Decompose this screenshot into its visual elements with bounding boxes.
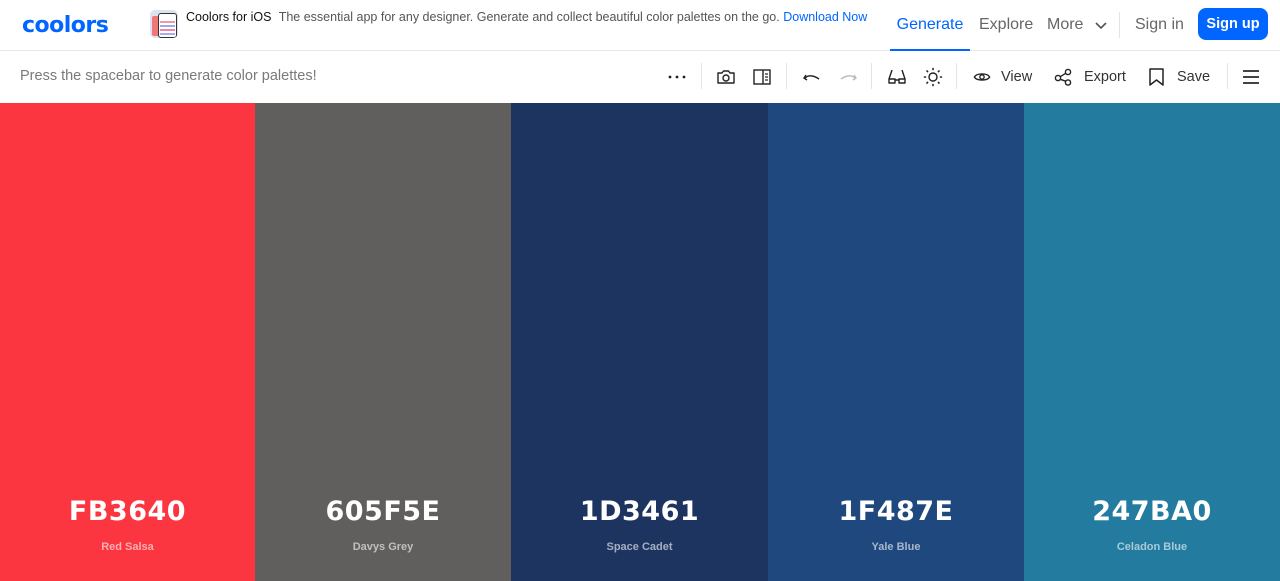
- view-label: View: [1001, 69, 1033, 85]
- top-navigation-bar: coolors Coolors for iOS The essential ap…: [0, 0, 1280, 51]
- promo-description: The essential app for any designer. Gene…: [278, 10, 780, 24]
- brightness-icon: [923, 67, 943, 87]
- chevron-down-icon: [1095, 22, 1107, 29]
- color-name: Red Salsa: [101, 541, 154, 553]
- hex-code[interactable]: FB3640: [0, 496, 255, 527]
- ios-app-thumbnail[interactable]: [150, 10, 178, 38]
- menu-button[interactable]: [1241, 65, 1261, 89]
- sign-up-button[interactable]: Sign up: [1198, 8, 1268, 40]
- coolors-logo[interactable]: coolors: [22, 13, 109, 38]
- redo-button[interactable]: [838, 65, 858, 89]
- redo-icon: [840, 74, 857, 81]
- color-name: Davys Grey: [352, 541, 414, 553]
- share-icon: [1054, 68, 1072, 86]
- color-swatch[interactable]: FB3640 Red Salsa: [0, 103, 255, 581]
- save-button[interactable]: Save: [1147, 65, 1210, 89]
- hex-code[interactable]: 247BA0: [1024, 496, 1280, 527]
- export-button[interactable]: Export: [1054, 65, 1126, 89]
- adjust-palette-button[interactable]: [923, 65, 943, 89]
- eye-icon: [973, 73, 991, 81]
- view-button[interactable]: View: [973, 65, 1032, 89]
- ios-app-promo: Coolors for iOS The essential app for an…: [150, 10, 867, 38]
- glasses-icon: [888, 69, 906, 84]
- divider: [956, 63, 957, 89]
- toolbar: Press the spacebar to generate color pal…: [0, 51, 1280, 103]
- nav-explore[interactable]: Explore: [979, 0, 1033, 51]
- nav-more[interactable]: More: [1047, 0, 1108, 51]
- promo-title: Coolors for iOS: [186, 10, 272, 24]
- nav-generate[interactable]: Generate: [890, 0, 970, 51]
- more-icon: [668, 75, 686, 79]
- divider: [1119, 12, 1120, 38]
- color-name: Space Cadet: [606, 541, 673, 553]
- undo-icon: [803, 74, 820, 81]
- hex-code[interactable]: 605F5E: [255, 496, 511, 527]
- nav-more-label: More: [1047, 16, 1084, 33]
- divider: [871, 63, 872, 89]
- camera-button[interactable]: [716, 65, 736, 89]
- spacebar-hint: Press the spacebar to generate color pal…: [20, 68, 317, 84]
- sign-in-link[interactable]: Sign in: [1135, 0, 1184, 51]
- color-swatch[interactable]: 1D3461 Space Cadet: [511, 103, 768, 581]
- color-palette: FB3640 Red Salsa 605F5E Davys Grey 1D346…: [0, 103, 1280, 581]
- bookmark-icon: [1149, 68, 1164, 86]
- color-name: Celadon Blue: [1116, 541, 1188, 553]
- divider: [1227, 63, 1228, 89]
- color-blindness-button[interactable]: [887, 65, 907, 89]
- hamburger-menu-icon: [1243, 70, 1259, 84]
- divider: [701, 63, 702, 89]
- download-link[interactable]: Download Now: [783, 10, 867, 24]
- color-swatch[interactable]: 1F487E Yale Blue: [768, 103, 1024, 581]
- hex-code[interactable]: 1D3461: [511, 496, 768, 527]
- divider: [786, 63, 787, 89]
- color-swatch[interactable]: 247BA0 Celadon Blue: [1024, 103, 1280, 581]
- color-swatch[interactable]: 605F5E Davys Grey: [255, 103, 511, 581]
- save-label: Save: [1177, 69, 1211, 85]
- more-options-button[interactable]: [667, 65, 687, 89]
- undo-button[interactable]: [802, 65, 822, 89]
- sidebar-panel-icon: [753, 69, 771, 85]
- color-name: Yale Blue: [871, 541, 921, 553]
- export-label: Export: [1084, 69, 1126, 85]
- hex-code[interactable]: 1F487E: [768, 496, 1024, 527]
- promo-text: Coolors for iOS The essential app for an…: [186, 10, 886, 25]
- camera-icon: [717, 70, 735, 84]
- toggle-panel-button[interactable]: [752, 65, 772, 89]
